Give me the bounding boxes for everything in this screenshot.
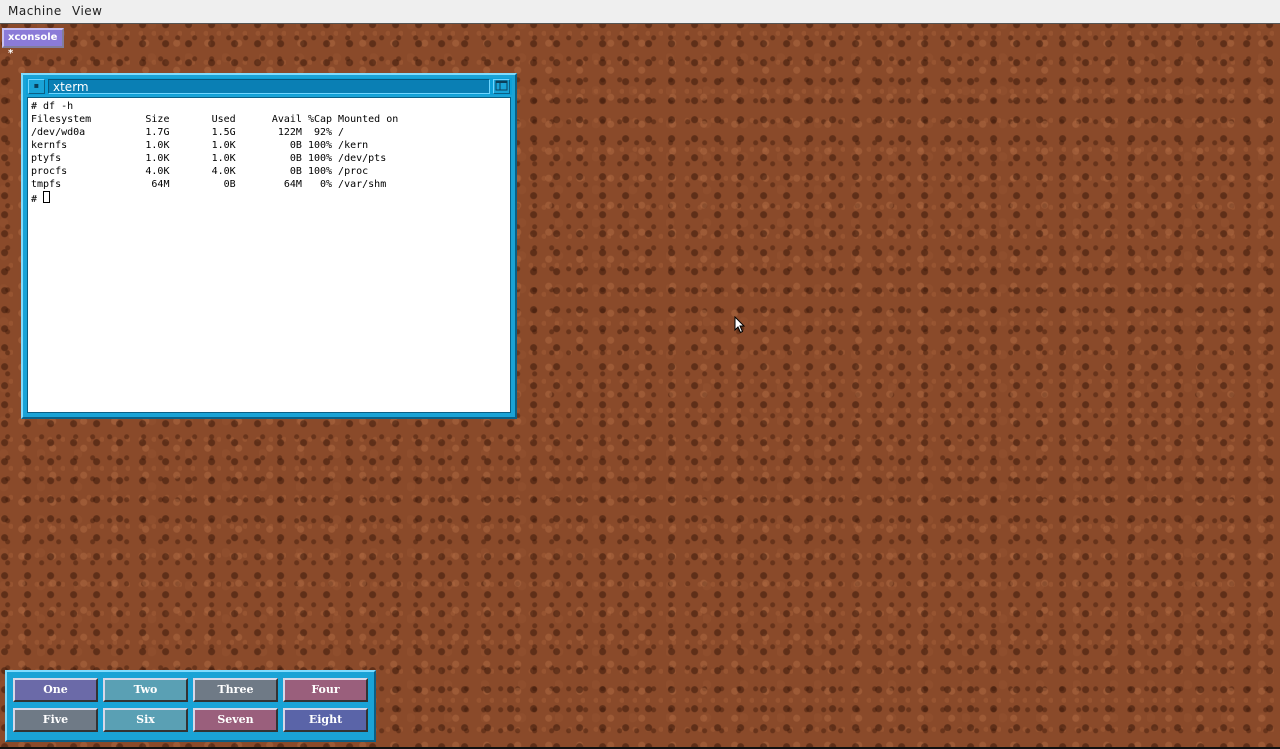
maximize-icon[interactable] — [493, 79, 510, 94]
terminal-line: tmpfs 64M 0B 64M 0% /var/shm — [31, 179, 387, 190]
mouse-pointer-icon — [734, 316, 746, 334]
desktop-button-three[interactable]: Three — [193, 678, 278, 702]
xconsole-icon[interactable]: xconsole * — [2, 28, 64, 59]
menu-machine[interactable]: Machine — [8, 4, 62, 18]
terminal-line: /dev/wd0a 1.7G 1.5G 122M 92% / — [31, 127, 345, 138]
terminal-line: # df -h — [31, 101, 74, 112]
desktop-button-two[interactable]: Two — [103, 678, 188, 702]
desktop-button-eight[interactable]: Eight — [283, 708, 368, 732]
window-menu-icon[interactable]: ▪ — [28, 79, 45, 94]
window-title[interactable]: xterm — [48, 79, 490, 94]
desktop-button-five[interactable]: Five — [13, 708, 98, 732]
xterm-window: ▪ xterm # df -h Filesystem Size Used Ava… — [21, 73, 517, 419]
terminal-prompt-line: # — [31, 191, 51, 205]
terminal-line: ptyfs 1.0K 1.0K 0B 100% /dev/pts — [31, 153, 387, 164]
terminal-line: procfs 4.0K 4.0K 0B 100% /proc — [31, 166, 369, 177]
xterm-titlebar[interactable]: ▪ xterm — [26, 78, 512, 95]
maximize-glyph-icon — [495, 80, 508, 91]
host-menubar: Machine View — [0, 0, 1280, 24]
desktop-button-six[interactable]: Six — [103, 708, 188, 732]
menu-view[interactable]: View — [72, 4, 102, 18]
terminal-line: Filesystem Size Used Avail %Cap Mounted … — [31, 114, 399, 125]
prompt: # — [31, 194, 44, 205]
desktop-button-seven[interactable]: Seven — [193, 708, 278, 732]
terminal-line: kernfs 1.0K 1.0K 0B 100% /kern — [31, 140, 369, 151]
text-cursor — [43, 191, 51, 203]
desktop-pager: One Two Three Four Five Six Seven Eight — [5, 670, 376, 742]
terminal-area[interactable]: # df -h Filesystem Size Used Avail %Cap … — [27, 97, 511, 413]
desktop-button-four[interactable]: Four — [283, 678, 368, 702]
desktop-button-one[interactable]: One — [13, 678, 98, 702]
